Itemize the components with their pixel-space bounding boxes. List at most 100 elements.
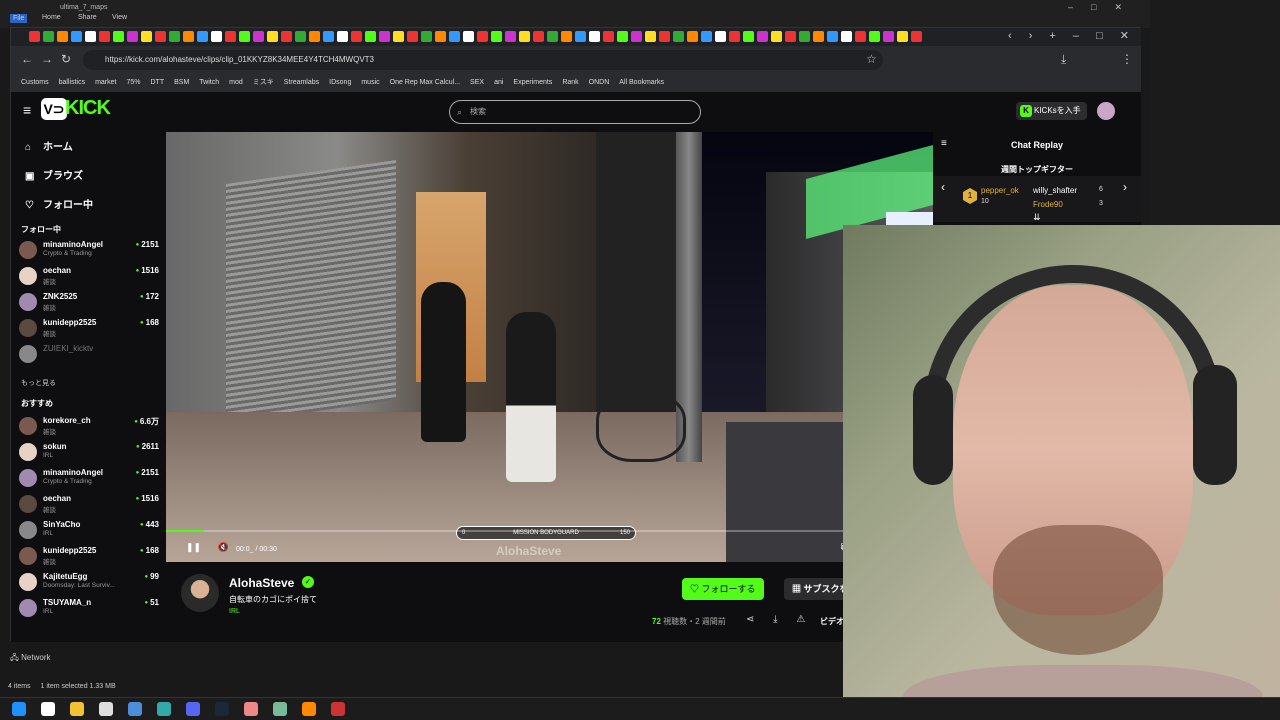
tab-favicon[interactable] xyxy=(43,31,54,42)
search-input[interactable]: ⌕ 検索 xyxy=(449,100,701,124)
tab-favicon[interactable] xyxy=(253,31,264,42)
bookmark-item[interactable]: 75% xyxy=(126,74,140,92)
tab-favicon[interactable] xyxy=(813,31,824,42)
nav-network[interactable]: 🖧 Network xyxy=(10,652,51,666)
tab-favicon[interactable] xyxy=(407,31,418,42)
tab-favicon[interactable] xyxy=(393,31,404,42)
download-icon[interactable]: ⤓ xyxy=(1061,52,1066,67)
tab-favicon[interactable] xyxy=(701,31,712,42)
bookmark-item[interactable]: IDsong xyxy=(329,74,351,92)
chevron-right-icon[interactable]: › xyxy=(1123,180,1127,194)
tab-favicon[interactable] xyxy=(491,31,502,42)
tab-favicon[interactable] xyxy=(295,31,306,42)
tab-favicon[interactable] xyxy=(421,31,432,42)
tab-favicon[interactable] xyxy=(365,31,376,42)
get-kicks-button[interactable]: K KICKsを入手 xyxy=(1016,102,1087,120)
tab-favicon[interactable] xyxy=(729,31,740,42)
nav-home[interactable]: ⌂ ホーム xyxy=(25,138,73,153)
gifter-row[interactable]: willy_shafter 6 xyxy=(1033,186,1103,195)
gifter-row[interactable]: Frode90 3 xyxy=(1033,200,1103,209)
tab-favicon[interactable] xyxy=(309,31,320,42)
tab-window-controls[interactable]: ‹ › + – □ ✕ xyxy=(1008,29,1129,42)
bookmark-item[interactable]: Rank xyxy=(562,74,578,92)
tab-favicon[interactable] xyxy=(519,31,530,42)
bookmark-item[interactable]: Experiments xyxy=(513,74,552,92)
taskbar-app-icon[interactable] xyxy=(186,702,200,716)
tab-favicon[interactable] xyxy=(351,31,362,42)
tab-favicon[interactable] xyxy=(799,31,810,42)
tab-favicon[interactable] xyxy=(547,31,558,42)
tab-favicon[interactable] xyxy=(379,31,390,42)
bookmark-item[interactable]: ONDN xyxy=(589,74,610,92)
tab-favicon[interactable] xyxy=(589,31,600,42)
tab-favicon[interactable] xyxy=(435,31,446,42)
tab-favicon[interactable] xyxy=(449,31,460,42)
tab-favicon[interactable] xyxy=(869,31,880,42)
tab-favicon[interactable] xyxy=(141,31,152,42)
channel-item[interactable]: ZUIEKI_kicktv xyxy=(19,342,159,366)
channel-item[interactable]: kunidepp2525 雑談 168 xyxy=(19,316,159,340)
window-controls[interactable]: –□✕ xyxy=(1068,2,1140,13)
bookmark-item[interactable]: market xyxy=(95,74,116,92)
video-player[interactable]: 0 MISSION BODYGUARD 150 AlohaSteve ❚❚ 🔇 … xyxy=(166,132,933,562)
bookmark-item[interactable]: Twitch xyxy=(199,74,219,92)
taskbar-app-icon[interactable] xyxy=(99,702,113,716)
tab-favicon[interactable] xyxy=(197,31,208,42)
channel-item[interactable]: TSUYAMA_nIRL 51 xyxy=(19,596,159,620)
channel-item[interactable]: oechan 雑談 1516 xyxy=(19,492,159,516)
tab-favicon[interactable] xyxy=(757,31,768,42)
tab-favicon[interactable] xyxy=(57,31,68,42)
download-clip-icon[interactable]: ⤓ xyxy=(773,614,777,625)
tab-strip[interactable]: ‹ › + – □ ✕ xyxy=(11,28,1141,46)
tab-favicon[interactable] xyxy=(617,31,628,42)
reload-icon[interactable]: ↻ xyxy=(61,52,71,66)
tab-favicon[interactable] xyxy=(211,31,222,42)
tab-favicon[interactable] xyxy=(883,31,894,42)
channel-item[interactable]: minaminoAngelCrypto & Trading 2151 xyxy=(19,238,159,262)
tab-favicon[interactable] xyxy=(897,31,908,42)
kick-logo[interactable]: V⊃ KICK xyxy=(41,97,111,124)
channel-item[interactable]: ZNK2525 雑談 172 xyxy=(19,290,159,314)
clip-category[interactable]: IRL xyxy=(229,608,240,615)
expand-icon[interactable]: ⇊ xyxy=(1033,212,1041,223)
tab-favicon[interactable] xyxy=(113,31,124,42)
tab-favicon[interactable] xyxy=(673,31,684,42)
tab-favicon[interactable] xyxy=(575,31,586,42)
tab-favicon[interactable] xyxy=(603,31,614,42)
channel-item[interactable]: SinYaChoIRL 443 xyxy=(19,518,159,542)
tab-favicon[interactable] xyxy=(771,31,782,42)
channel-item[interactable]: kunidepp2525 雑談 168 xyxy=(19,544,159,568)
tab-favicon[interactable] xyxy=(631,31,642,42)
channel-item[interactable]: oechan 雑談 1516 xyxy=(19,264,159,288)
report-icon[interactable]: ⚠ xyxy=(796,614,805,625)
tab-favicon[interactable] xyxy=(785,31,796,42)
mute-icon[interactable]: 🔇 xyxy=(218,542,229,552)
chevron-left-icon[interactable]: ‹ xyxy=(941,180,945,194)
tab-favicon[interactable] xyxy=(533,31,544,42)
bookmark-item[interactable]: ani xyxy=(494,74,503,92)
tab-favicon[interactable] xyxy=(645,31,656,42)
tab-favicon[interactable] xyxy=(127,31,138,42)
bookmark-item[interactable]: ミスキ xyxy=(253,74,274,92)
bookmark-item[interactable]: BSM xyxy=(174,74,189,92)
taskbar-app-icon[interactable] xyxy=(41,702,55,716)
tab-favicon[interactable] xyxy=(225,31,236,42)
menu-home[interactable]: Home xyxy=(42,14,61,21)
show-more-link[interactable]: もっと見る xyxy=(21,378,56,388)
bookmark-item[interactable]: Streamlabs xyxy=(284,74,319,92)
forward-icon[interactable]: → xyxy=(41,52,53,66)
nav-browse[interactable]: ▣ ブラウズ xyxy=(25,167,83,182)
seek-bar[interactable] xyxy=(166,530,933,532)
follow-button[interactable]: ♡ フォローする xyxy=(682,578,764,600)
tab-favicon[interactable] xyxy=(323,31,334,42)
streamer-name[interactable]: AlohaSteve xyxy=(229,576,294,590)
pause-icon[interactable]: ❚❚ xyxy=(186,542,201,552)
taskbar-app-icon[interactable] xyxy=(70,702,84,716)
taskbar-app-icon[interactable] xyxy=(157,702,171,716)
tab-favicon[interactable] xyxy=(659,31,670,42)
menu-share[interactable]: Share xyxy=(78,14,97,21)
tab-favicon[interactable] xyxy=(827,31,838,42)
bookmark-item[interactable]: All Bookmarks xyxy=(619,74,664,92)
taskbar-app-icon[interactable] xyxy=(215,702,229,716)
taskbar-app-icon[interactable] xyxy=(12,702,26,716)
